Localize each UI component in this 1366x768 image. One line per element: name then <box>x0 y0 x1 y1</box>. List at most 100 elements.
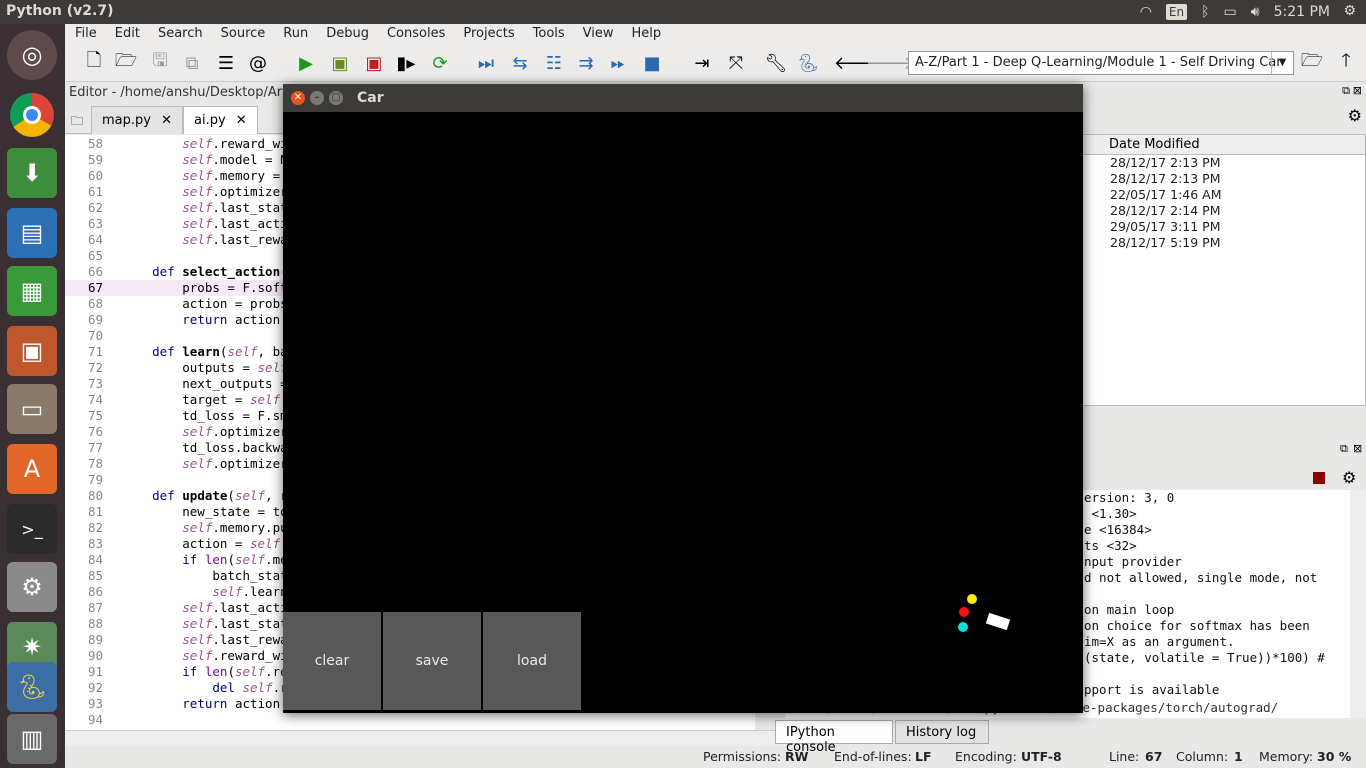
file-row[interactable]: 29/05/17 3:11 PM <box>1083 219 1365 235</box>
menu-help[interactable]: Help <box>622 24 670 44</box>
tab-ipython-console[interactable]: IPython console <box>775 720 893 755</box>
file-row[interactable]: 22/05/17 1:46 AM <box>1083 187 1365 203</box>
file-row[interactable]: 28/12/17 5:19 PM <box>1083 235 1365 251</box>
new-file-icon[interactable]: 🗋︎ <box>81 50 107 76</box>
ipython-console[interactable]: ersion: 3, 0 <1.30> e <16384> ts <32> np… <box>1082 490 1350 718</box>
close-pane-icon[interactable]: ⊠ <box>1353 84 1362 97</box>
ubuntu-dash-icon[interactable]: ◎ <box>7 30 57 80</box>
code-text: new_state = tor <box>107 504 296 519</box>
line-number: 65 <box>87 248 103 263</box>
forward-arrow-icon[interactable]: 🡒 <box>866 50 914 76</box>
undock-icon[interactable]: ⧉ <box>1342 84 1350 98</box>
python-path-icon[interactable]: 🐍︎ <box>795 50 821 76</box>
writer-icon[interactable]: ▤ <box>7 208 57 258</box>
chrome-icon[interactable] <box>7 90 57 140</box>
code-text: action = probs. <box>107 296 296 311</box>
rerun-icon[interactable]: ⟳ <box>427 50 453 76</box>
minimize-window-icon[interactable]: – <box>310 91 324 105</box>
impress-icon[interactable]: ▣ <box>7 326 57 376</box>
parent-dir-icon[interactable]: 🡑 <box>1333 50 1359 76</box>
car <box>985 612 1011 631</box>
debug-icon[interactable]: ⏭︎ <box>473 50 499 76</box>
permissions-value: RW <box>785 749 809 764</box>
stop-debug-icon[interactable]: ■ <box>639 50 665 76</box>
workspaces-icon[interactable]: ▥ <box>7 714 57 764</box>
car-window-titlebar[interactable]: ✕ – □ Car <box>283 84 1083 112</box>
code-text: del self.re <box>212 680 295 695</box>
run-icon[interactable]: ▶ <box>293 50 319 76</box>
continue-icon[interactable]: ⏩︎ <box>605 50 631 76</box>
horizontal-scrollbar[interactable] <box>65 730 810 746</box>
clear-button[interactable]: clear <box>283 612 381 710</box>
run-selection-icon[interactable]: ▮▸ <box>393 50 419 76</box>
line-number: 70 <box>87 328 103 343</box>
tab-map-py[interactable]: map.py ✕ <box>91 106 184 134</box>
clock[interactable]: 5:21 PM <box>1274 4 1330 20</box>
undock-console-icon[interactable]: ⧉ <box>1340 442 1348 456</box>
console-scrollbar[interactable] <box>1350 490 1366 718</box>
at-icon[interactable]: @ <box>245 50 271 76</box>
gear-icon[interactable]: ⚙︎ <box>1343 3 1356 19</box>
bluetooth-icon[interactable]: ᛒ <box>1201 4 1209 20</box>
menu-debug[interactable]: Debug <box>316 24 377 44</box>
menu-tools[interactable]: Tools <box>523 24 573 44</box>
software-center-icon[interactable]: A <box>7 444 57 494</box>
file-row[interactable]: 28/12/17 2:14 PM <box>1083 203 1365 219</box>
line-number: 76 <box>87 424 103 439</box>
menu-edit[interactable]: Edit <box>105 24 148 44</box>
run-cell-advance-icon[interactable]: ▣ <box>361 50 387 76</box>
browse-tabs-icon[interactable]: 🗀︎ <box>71 112 83 133</box>
terminal-icon[interactable]: >_ <box>7 504 57 554</box>
load-button[interactable]: load <box>483 612 581 710</box>
stop-kernel-icon[interactable] <box>1313 472 1325 484</box>
file-row[interactable]: 28/12/17 2:13 PM <box>1083 171 1365 187</box>
tab-history-log[interactable]: History log <box>895 720 989 744</box>
menu-projects[interactable]: Projects <box>453 24 522 44</box>
column-header-date-modified[interactable]: Date Modified <box>1083 135 1365 155</box>
wifi-icon[interactable]: ◠ <box>1140 4 1152 20</box>
menu-consoles[interactable]: Consoles <box>377 24 453 44</box>
options-gear-icon[interactable]: ⚙︎ <box>1348 106 1362 125</box>
close-console-icon[interactable]: ⊠ <box>1353 442 1362 455</box>
tab-ai-py[interactable]: ai.py ✕ <box>183 106 258 134</box>
preferences-icon[interactable]: 🔧︎ <box>763 50 789 76</box>
code-line[interactable]: 94 <box>65 712 755 728</box>
keyboard-language[interactable]: En <box>1165 4 1188 20</box>
python-icon[interactable]: 🐍︎ <box>7 662 57 712</box>
calc-icon[interactable]: ▦ <box>7 266 57 316</box>
menu-file[interactable]: File <box>65 24 105 44</box>
list-icon[interactable]: ☰ <box>213 50 239 76</box>
close-window-icon[interactable]: ✕ <box>291 91 305 105</box>
fullscreen-icon[interactable]: ⤧ <box>723 50 749 76</box>
step-return-icon[interactable]: ⇉ <box>573 50 599 76</box>
save-all-icon[interactable]: ⧉ <box>179 50 205 76</box>
run-cell-icon[interactable]: ▣ <box>327 50 353 76</box>
close-icon[interactable]: ✕ <box>161 113 172 128</box>
file-row[interactable]: 28/12/17 2:13 PM <box>1083 155 1365 171</box>
save-icon[interactable]: 🖫︎ <box>147 50 173 76</box>
browse-folder-icon[interactable]: 🗁︎ <box>1299 50 1325 76</box>
settings-icon[interactable]: ⚙︎ <box>7 562 57 612</box>
drawing-canvas[interactable]: clear save load <box>283 112 1083 713</box>
line-number: 66 <box>87 264 103 279</box>
files-icon[interactable]: ▭ <box>7 384 57 434</box>
console-options-gear-icon[interactable]: ⚙︎ <box>1342 468 1356 487</box>
save-button[interactable]: save <box>383 612 481 710</box>
volume-icon[interactable]: 🔊︎ <box>1251 4 1260 20</box>
maximize-window-icon[interactable]: □ <box>329 91 343 105</box>
menu-source[interactable]: Source <box>211 24 274 44</box>
line-number: 69 <box>87 312 103 327</box>
line-number: 58 <box>87 136 103 151</box>
step-into-icon[interactable]: ☷ <box>541 50 567 76</box>
menu-view[interactable]: View <box>573 24 622 44</box>
menu-search[interactable]: Search <box>148 24 211 44</box>
maximize-pane-icon[interactable]: ⇥ <box>689 50 715 76</box>
step-icon[interactable]: ⇆ <box>507 50 533 76</box>
download-icon[interactable]: ⬇︎ <box>7 148 57 198</box>
close-icon[interactable]: ✕ <box>236 113 247 128</box>
working-directory-combo[interactable]: A-Z/Part 1 - Deep Q-Learning/Module 1 - … <box>908 51 1294 75</box>
open-file-icon[interactable]: 🗁︎ <box>113 50 139 76</box>
battery-icon[interactable]: ▭ <box>1224 4 1237 20</box>
chevron-down-icon[interactable]: ▼ <box>1271 52 1293 74</box>
menu-run[interactable]: Run <box>273 24 316 44</box>
